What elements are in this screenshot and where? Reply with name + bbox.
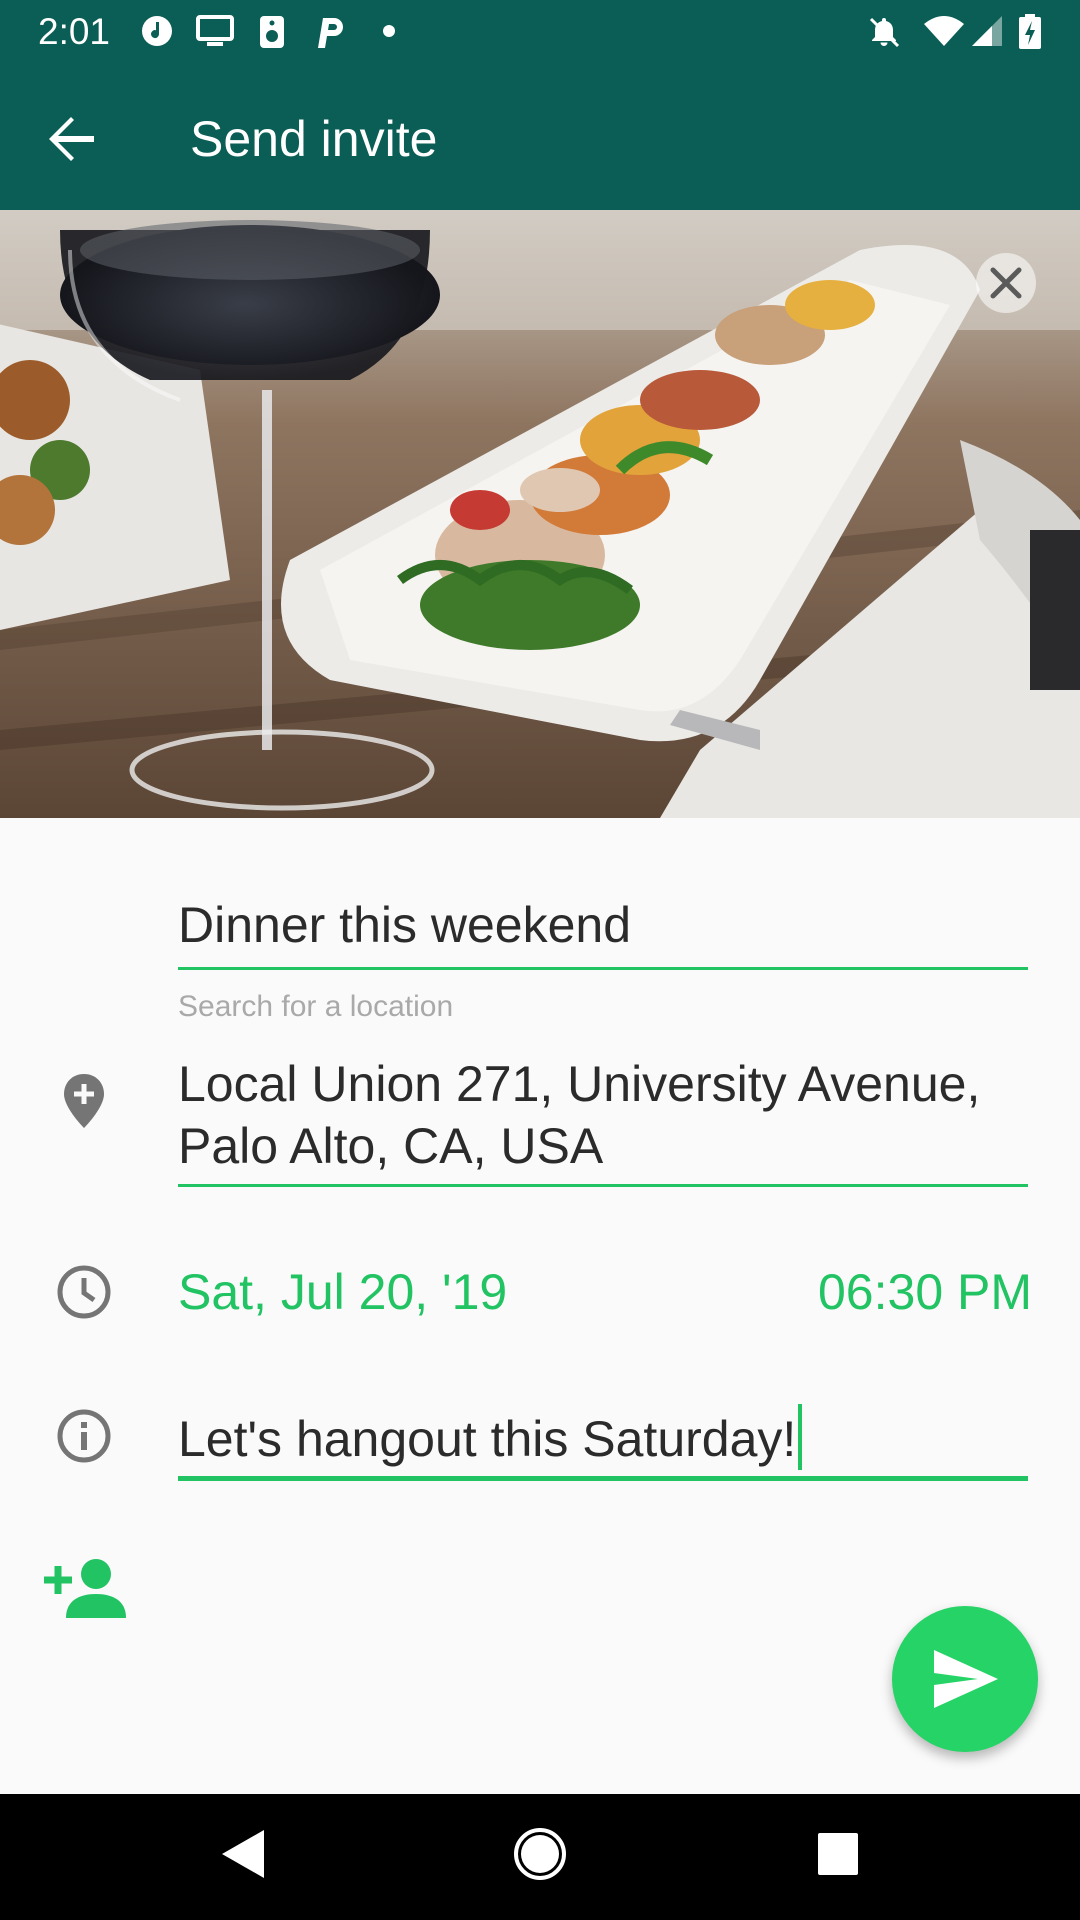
dinner-photo (0, 210, 1080, 818)
status-time: 2:01 (38, 11, 111, 52)
send-icon (934, 1650, 998, 1708)
cast-screen-icon (196, 15, 234, 46)
wifi-icon (924, 16, 964, 46)
status-bar: 2:01 (0, 0, 1080, 63)
event-title-input[interactable]: Dinner this weekend (178, 894, 1028, 956)
speaker-icon (260, 16, 284, 48)
clock-icon (57, 1265, 111, 1319)
navigation-bar (0, 1794, 1080, 1920)
p-app-icon (318, 18, 343, 48)
battery-charging-icon (1019, 14, 1041, 49)
location-underline (178, 1184, 1028, 1187)
note-input[interactable]: Let's hangout this Saturday! (178, 1404, 1028, 1470)
event-image (0, 210, 1080, 818)
remove-image-button[interactable] (976, 253, 1036, 313)
page-title: Send invite (190, 111, 438, 167)
app-bar: Send invite (0, 63, 1080, 210)
arrow-back-icon[interactable] (44, 111, 100, 167)
add-location-icon[interactable] (56, 1070, 112, 1130)
time-picker[interactable]: 06:30 PM (818, 1262, 1032, 1322)
info-icon (57, 1409, 111, 1463)
text-cursor (798, 1404, 803, 1470)
event-title-value: Dinner this weekend (178, 897, 632, 953)
location-hint: Search for a location (178, 990, 454, 1023)
dot-icon (383, 25, 395, 37)
nav-recents-icon[interactable] (815, 1824, 861, 1884)
music-note-icon (142, 16, 172, 46)
date-picker[interactable]: Sat, Jul 20, '19 (178, 1262, 507, 1322)
close-icon (990, 267, 1022, 299)
person-add-icon[interactable] (44, 1556, 126, 1620)
location-input[interactable]: Local Union 271, University Avenue, Palo… (178, 1053, 1028, 1177)
note-value: Let's hangout this Saturday! (178, 1411, 797, 1467)
location-line-1: Local Union 271, University Avenue, (178, 1056, 981, 1112)
nav-home-icon[interactable] (512, 1824, 568, 1884)
location-line-2: Palo Alto, CA, USA (178, 1118, 604, 1174)
signal-icon (972, 16, 1002, 46)
send-invite-button[interactable] (892, 1606, 1038, 1752)
note-underline (178, 1476, 1028, 1481)
event-title-underline (178, 967, 1028, 970)
notifications-off-icon (869, 17, 900, 48)
nav-back-icon[interactable] (214, 1824, 270, 1884)
